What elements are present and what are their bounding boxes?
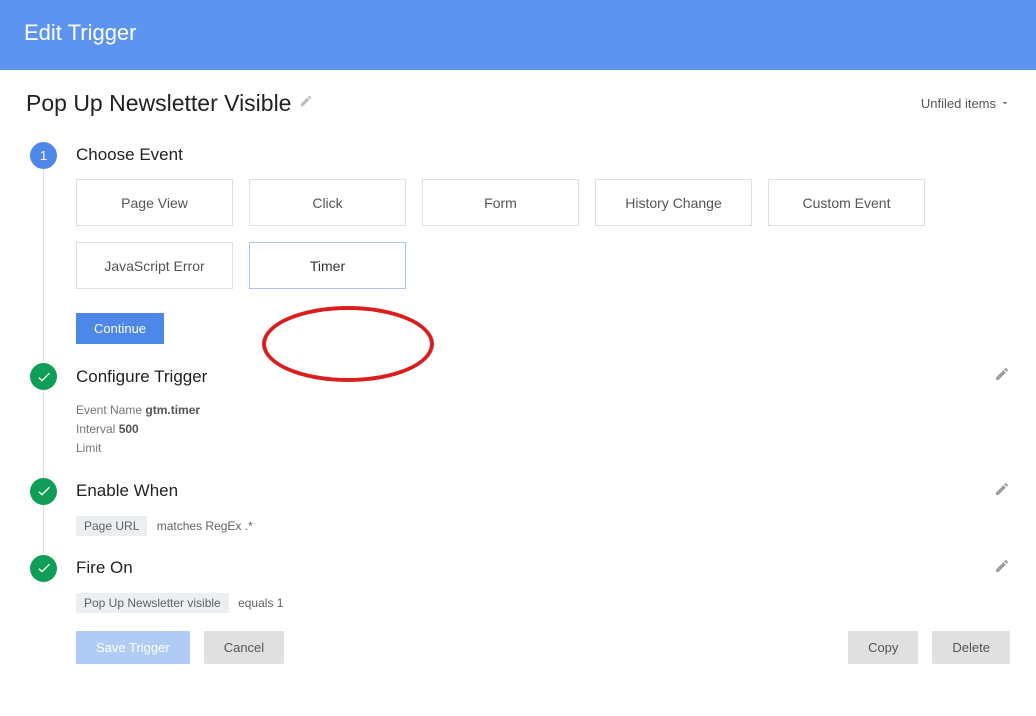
- step-marker-fire: [30, 555, 57, 582]
- delete-button[interactable]: Delete: [932, 631, 1010, 664]
- enable-when-condition-row: Page URL matches RegEx .*: [76, 516, 1010, 536]
- choose-event-title: Choose Event: [76, 145, 183, 165]
- cancel-button[interactable]: Cancel: [204, 631, 284, 664]
- event-custom-event[interactable]: Custom Event: [768, 179, 925, 226]
- edit-fire-icon[interactable]: [994, 558, 1010, 579]
- fire-on-condition-row: Pop Up Newsletter visible equals 1: [76, 593, 1010, 613]
- event-grid: Page View Click Form History Change Cust…: [76, 179, 1010, 289]
- enable-when-chip: Page URL: [76, 516, 147, 536]
- fire-on-title: Fire On: [76, 558, 133, 578]
- event-form[interactable]: Form: [422, 179, 579, 226]
- configure-title: Configure Trigger: [76, 367, 207, 387]
- configure-event-name: Event Name gtm.timer: [76, 401, 1010, 420]
- check-icon: [36, 483, 52, 499]
- rename-icon[interactable]: [299, 94, 313, 113]
- step-choose-event: 1 Choose Event Page View Click Form Hist…: [26, 145, 1010, 344]
- footer-actions: Save Trigger Cancel Copy Delete: [26, 631, 1010, 664]
- enable-when-title: Enable When: [76, 481, 178, 501]
- event-history-change[interactable]: History Change: [595, 179, 752, 226]
- header-title: Edit Trigger: [24, 20, 137, 45]
- step-configure-trigger: Configure Trigger Event Name gtm.timer I…: [26, 366, 1010, 459]
- fire-on-chip: Pop Up Newsletter visible: [76, 593, 229, 613]
- step-enable-when: Enable When Page URL matches RegEx .*: [26, 481, 1010, 536]
- folder-label: Unfiled items: [921, 96, 996, 111]
- step-marker-enable: [30, 478, 57, 505]
- header-bar: Edit Trigger: [0, 0, 1036, 70]
- check-icon: [36, 560, 52, 576]
- folder-selector[interactable]: Unfiled items: [921, 96, 1010, 111]
- event-click[interactable]: Click: [249, 179, 406, 226]
- step-marker-configure: [30, 363, 57, 390]
- configure-interval: Interval 500: [76, 420, 1010, 439]
- save-button[interactable]: Save Trigger: [76, 631, 190, 664]
- edit-configure-icon[interactable]: [994, 366, 1010, 387]
- check-icon: [36, 369, 52, 385]
- chevron-down-icon: [1000, 96, 1010, 111]
- enable-when-condition: matches RegEx .*: [157, 519, 253, 533]
- fire-on-condition: equals 1: [238, 596, 283, 610]
- configure-limit: Limit: [76, 439, 1010, 458]
- copy-button[interactable]: Copy: [848, 631, 918, 664]
- event-page-view[interactable]: Page View: [76, 179, 233, 226]
- edit-enable-icon[interactable]: [994, 481, 1010, 502]
- step-marker-1: 1: [30, 142, 57, 169]
- step-fire-on: Fire On Pop Up Newsletter visible equals…: [26, 558, 1010, 613]
- page-title: Pop Up Newsletter Visible: [26, 90, 291, 117]
- event-timer[interactable]: Timer: [249, 242, 406, 289]
- continue-button[interactable]: Continue: [76, 313, 164, 344]
- event-js-error[interactable]: JavaScript Error: [76, 242, 233, 289]
